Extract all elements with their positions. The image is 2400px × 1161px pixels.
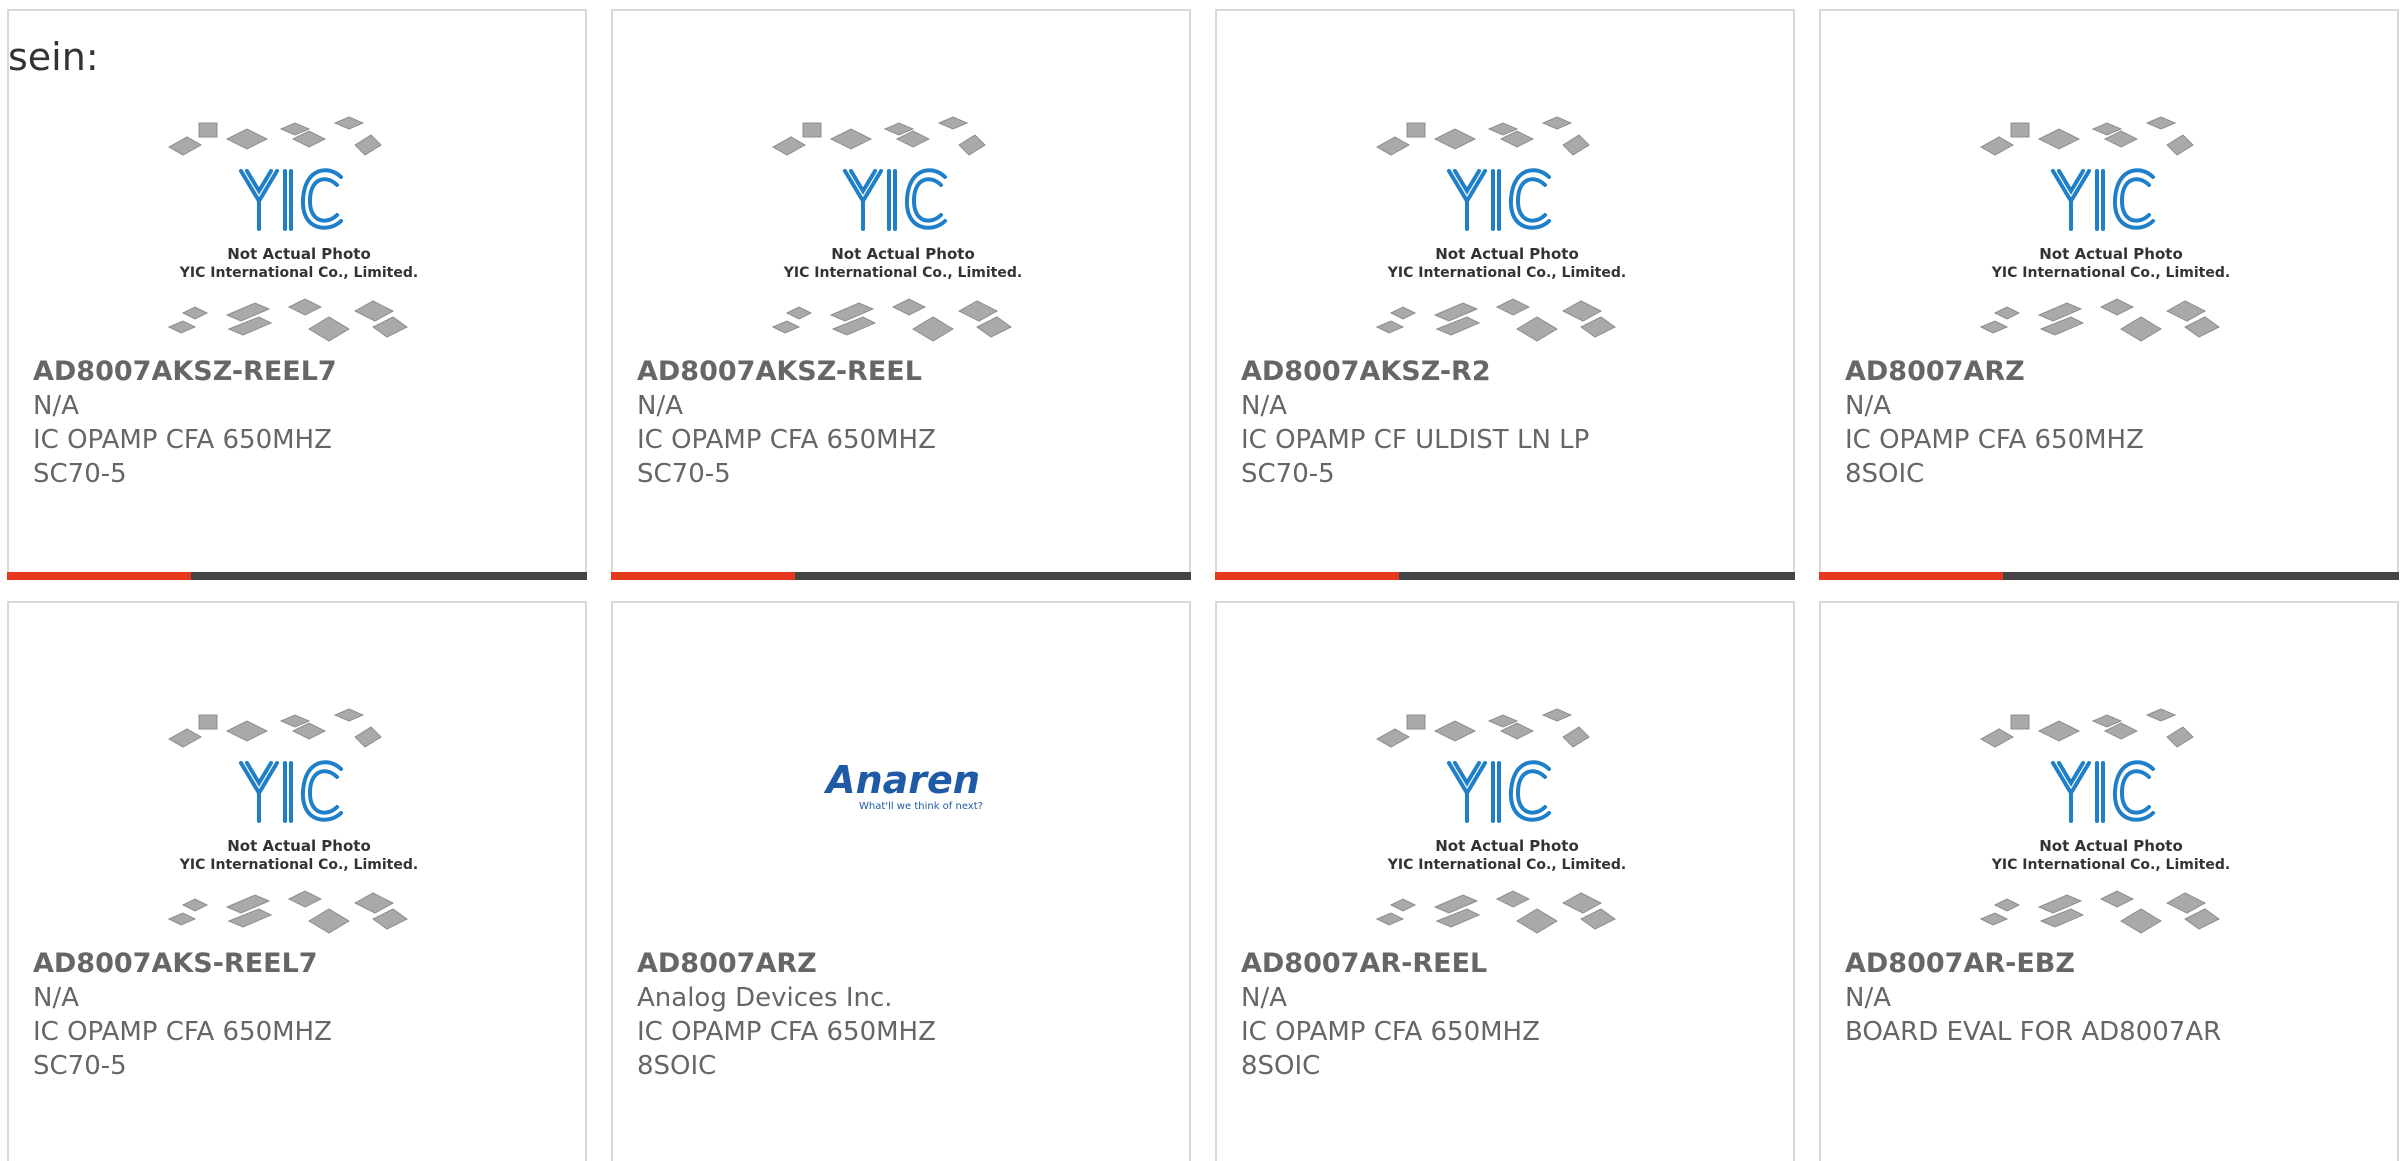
product-card[interactable]: Anaren What'll we think of next? AD8007ARZ…	[611, 601, 1191, 1161]
svg-text:Anaren: Anaren	[823, 758, 980, 802]
not-actual-photo-image: Not Actual Photo YIC International Co., L…	[1971, 101, 2251, 353]
not-actual-photo-image: Not Actual Photo YIC International Co., L…	[763, 101, 1043, 353]
svg-text:YIC International Co., Limited: YIC International Co., Limited.	[179, 265, 418, 281]
product-card[interactable]: Not Actual Photo YIC International Co., L…	[611, 9, 1191, 580]
card-accent-bar	[7, 572, 191, 580]
product-card[interactable]: Not Actual Photo YIC International Co., L…	[7, 601, 587, 1161]
product-card[interactable]: Not Actual Photo YIC International Co., L…	[1819, 9, 2399, 580]
manufacturer: N/A	[1845, 983, 1891, 1013]
part-number-link[interactable]: AD8007AKSZ-R2	[1241, 355, 1781, 389]
svg-text:Not Actual Photo: Not Actual Photo	[2039, 245, 2183, 263]
product-info: AD8007AR-REEL N/A IC OPAMP CFA 650MHZ 8SOI…	[1241, 947, 1781, 1083]
product-grid: Not Actual Photo YIC International Co., L…	[7, 9, 2400, 1161]
product-card[interactable]: Not Actual Photo YIC International Co., L…	[7, 9, 587, 580]
svg-text:YIC International Co., Limited: YIC International Co., Limited.	[1991, 857, 2230, 873]
svg-text:YIC International Co., Limited: YIC International Co., Limited.	[179, 857, 418, 873]
product-info: AD8007AKS-REEL7 N/A IC OPAMP CFA 650MHZ SC…	[33, 947, 573, 1083]
description: IC OPAMP CFA 650MHZ SC70-5	[33, 1017, 332, 1081]
card-bottom-bar	[7, 572, 587, 580]
description: BOARD EVAL FOR AD8007AR	[1845, 1017, 2222, 1047]
part-number-link[interactable]: AD8007AR-REEL	[1241, 947, 1781, 981]
card-accent-bar	[1819, 572, 2003, 580]
part-number-link[interactable]: AD8007ARZ	[1845, 355, 2385, 389]
card-bottom-bar	[1819, 572, 2399, 580]
part-number-link[interactable]: AD8007AKSZ-REEL	[637, 355, 1177, 389]
description: IC OPAMP CF ULDIST LN LP SC70-5	[1241, 425, 1590, 489]
description: IC OPAMP CFA 650MHZ 8SOIC	[1845, 425, 2144, 489]
manufacturer: N/A	[637, 391, 683, 421]
card-accent-bar	[1215, 572, 1399, 580]
product-info: AD8007AKSZ-R2 N/A IC OPAMP CF ULDIST LN LP…	[1241, 355, 1781, 491]
svg-text:What'll we think of next?: What'll we think of next?	[859, 801, 983, 812]
description: IC OPAMP CFA 650MHZ 8SOIC	[1241, 1017, 1540, 1081]
intro-text: sein:	[8, 35, 99, 79]
product-info: AD8007AKSZ-REEL7 N/A IC OPAMP CFA 650MHZ S…	[33, 355, 573, 491]
card-bottom-bar	[611, 572, 1191, 580]
product-card[interactable]: Not Actual Photo YIC International Co., L…	[1215, 601, 1795, 1161]
anaren-logo-image: Anaren What'll we think of next?	[763, 693, 1043, 945]
manufacturer: N/A	[1241, 983, 1287, 1013]
product-info: AD8007ARZ N/A IC OPAMP CFA 650MHZ 8SOIC	[1845, 355, 2385, 491]
svg-text:YIC International Co., Limited: YIC International Co., Limited.	[1387, 265, 1626, 281]
svg-text:YIC International Co., Limited: YIC International Co., Limited.	[1387, 857, 1626, 873]
svg-text:Not Actual Photo: Not Actual Photo	[227, 837, 371, 855]
not-actual-photo-image: Not Actual Photo YIC International Co., L…	[159, 101, 439, 353]
manufacturer: N/A	[1845, 391, 1891, 421]
svg-text:Not Actual Photo: Not Actual Photo	[227, 245, 371, 263]
description: IC OPAMP CFA 650MHZ 8SOIC	[637, 1017, 936, 1081]
svg-text:Not Actual Photo: Not Actual Photo	[831, 245, 975, 263]
page: sein: Not Actual Photo YIC International …	[0, 0, 2400, 1161]
product-info: AD8007ARZ Analog Devices Inc. IC OPAMP CFA…	[637, 947, 1177, 1083]
manufacturer: Analog Devices Inc.	[637, 983, 893, 1013]
not-actual-photo-image: Not Actual Photo YIC International Co., L…	[159, 693, 439, 945]
product-info: AD8007AR-EBZ N/A BOARD EVAL FOR AD8007AR	[1845, 947, 2385, 1049]
svg-text:Not Actual Photo: Not Actual Photo	[1435, 837, 1579, 855]
manufacturer: N/A	[1241, 391, 1287, 421]
part-number-link[interactable]: AD8007ARZ	[637, 947, 1177, 981]
svg-text:Not Actual Photo: Not Actual Photo	[2039, 837, 2183, 855]
not-actual-photo-image: Not Actual Photo YIC International Co., L…	[1367, 693, 1647, 945]
part-number-link[interactable]: AD8007AR-EBZ	[1845, 947, 2385, 981]
card-accent-bar	[611, 572, 795, 580]
svg-text:Not Actual Photo: Not Actual Photo	[1435, 245, 1579, 263]
product-info: AD8007AKSZ-REEL N/A IC OPAMP CFA 650MHZ SC…	[637, 355, 1177, 491]
svg-text:YIC International Co., Limited: YIC International Co., Limited.	[1991, 265, 2230, 281]
product-card[interactable]: Not Actual Photo YIC International Co., L…	[1215, 9, 1795, 580]
not-actual-photo-image: Not Actual Photo YIC International Co., L…	[1367, 101, 1647, 353]
part-number-link[interactable]: AD8007AKS-REEL7	[33, 947, 573, 981]
part-number-link[interactable]: AD8007AKSZ-REEL7	[33, 355, 573, 389]
card-bottom-bar	[1215, 572, 1795, 580]
not-actual-photo-image: Not Actual Photo YIC International Co., L…	[1971, 693, 2251, 945]
description: IC OPAMP CFA 650MHZ SC70-5	[33, 425, 332, 489]
product-card[interactable]: Not Actual Photo YIC International Co., L…	[1819, 601, 2399, 1161]
manufacturer: N/A	[33, 983, 79, 1013]
description: IC OPAMP CFA 650MHZ SC70-5	[637, 425, 936, 489]
manufacturer: N/A	[33, 391, 79, 421]
svg-text:YIC International Co., Limited: YIC International Co., Limited.	[783, 265, 1022, 281]
